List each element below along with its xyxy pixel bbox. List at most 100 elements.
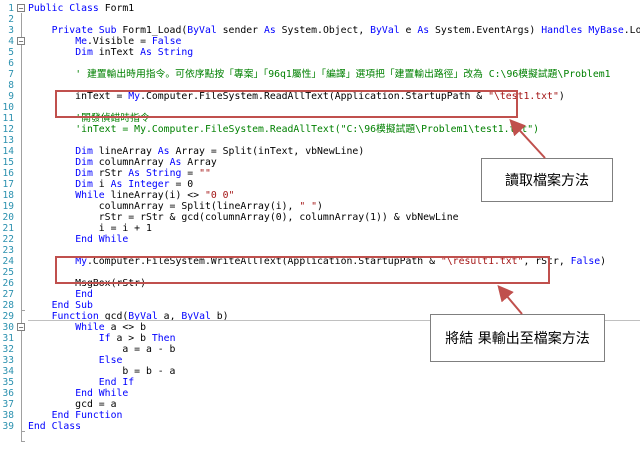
- line-number: 8: [8, 80, 14, 91]
- code-line[interactable]: Dim inText As String: [28, 47, 193, 58]
- keyword-token: Dim: [75, 168, 99, 179]
- collapse-function-icon[interactable]: −: [17, 323, 25, 332]
- collapse-class-icon[interactable]: −: [17, 4, 25, 13]
- code-token: =: [187, 168, 200, 179]
- code-line[interactable]: Dim i As Integer = 0: [28, 179, 193, 190]
- keyword-token: While: [75, 190, 111, 201]
- code-line[interactable]: Public Class Form1: [28, 3, 134, 14]
- keyword-token: As: [417, 25, 436, 36]
- line-number: 17: [2, 179, 14, 190]
- code-token: ): [558, 91, 565, 102]
- code-token: a <> b: [110, 322, 146, 333]
- line-number: 16: [2, 168, 14, 179]
- line-number: 22: [2, 234, 14, 245]
- code-line[interactable]: End While: [28, 388, 128, 399]
- code-line[interactable]: End Class: [28, 421, 81, 432]
- code-line[interactable]: While a <> b: [28, 322, 146, 333]
- code-token: lineArray(i) <>: [110, 190, 205, 201]
- code-line[interactable]: While lineArray(i) <> "0 0": [28, 190, 234, 201]
- code-token: System.EventArgs): [435, 25, 542, 36]
- code-line[interactable]: b = b - a: [28, 366, 175, 377]
- keyword-token: False: [570, 256, 601, 267]
- code-line[interactable]: a = a - b: [28, 344, 175, 355]
- code-token: Array: [187, 157, 217, 168]
- keyword-token: As String: [128, 168, 188, 179]
- line-number: 12: [2, 124, 14, 135]
- code-line[interactable]: End Function: [28, 410, 123, 421]
- code-line[interactable]: Dim columnArray As Array: [28, 157, 217, 168]
- line-number: 38: [2, 410, 14, 421]
- code-line[interactable]: 'inText = My.Computer.FileSystem.ReadAll…: [28, 124, 539, 135]
- code-token: a = a - b: [28, 344, 176, 355]
- code-line[interactable]: End If: [28, 377, 134, 388]
- line-number: 21: [2, 223, 14, 234]
- line-number: 13: [2, 135, 14, 146]
- keyword-token: As: [157, 146, 176, 157]
- code-token: e: [405, 25, 418, 36]
- code-token: Form1: [104, 3, 135, 14]
- comment-token: ' 建置輸出時用指令。可依序點按「專案」「96q1屬性」「編譯」選項把「建置輸出…: [75, 69, 611, 80]
- line-number: 9: [8, 91, 14, 102]
- code-line[interactable]: End While: [28, 234, 128, 245]
- code-line[interactable]: gcd = a: [28, 399, 116, 410]
- code-line[interactable]: rStr = rStr & gcd(columnArray(0), column…: [28, 212, 459, 223]
- line-number: 11: [2, 113, 14, 124]
- code-token: i = i + 1: [28, 223, 152, 234]
- code-line[interactable]: End Sub: [28, 300, 93, 311]
- keyword-token: Dim: [75, 146, 99, 157]
- code-line[interactable]: Else: [28, 355, 123, 366]
- code-token: rStr = rStr & gcd(columnArray(0), column…: [28, 212, 459, 223]
- line-number: 29: [2, 311, 14, 322]
- code-line[interactable]: ' 建置輸出時用指令。可依序點按「專案」「96q1屬性」「編譯」選項把「建置輸出…: [28, 69, 611, 80]
- code-line[interactable]: End: [28, 289, 93, 300]
- code-token: = 0: [175, 179, 194, 190]
- code-line[interactable]: Dim rStr As String = "": [28, 168, 211, 179]
- keyword-token: End Function: [51, 410, 123, 421]
- code-token: Array = Split(inText, vbNewLine): [175, 146, 365, 157]
- code-token: i: [98, 179, 111, 190]
- string-token: " ": [299, 201, 318, 212]
- code-line[interactable]: If a > b Then: [28, 333, 176, 344]
- string-token: "0 0": [204, 190, 235, 201]
- line-number: 32: [2, 344, 14, 355]
- outline-end-marker: [21, 431, 25, 432]
- keyword-token: As: [169, 157, 188, 168]
- code-token: b = b - a: [28, 366, 176, 377]
- line-number: 23: [2, 245, 14, 256]
- line-number: 5: [8, 47, 14, 58]
- read-method-label: 讀取檔案方法: [505, 173, 589, 189]
- line-number: 39: [2, 421, 14, 432]
- code-line[interactable]: i = i + 1: [28, 223, 152, 234]
- keyword-token: End While: [75, 388, 129, 399]
- code-line[interactable]: Dim lineArray As Array = Split(inText, v…: [28, 146, 364, 157]
- code-line[interactable]: Me.Visible = False: [28, 36, 181, 47]
- keyword-token: Public Class: [28, 3, 105, 14]
- keyword-token: Dim: [75, 47, 99, 58]
- keyword-token: Then: [151, 333, 176, 344]
- read-code-highlight: [55, 90, 518, 118]
- string-token: "": [199, 168, 211, 179]
- code-token: ): [600, 256, 607, 267]
- collapse-sub-icon[interactable]: −: [17, 37, 25, 46]
- code-editor[interactable]: 1 2 3 4 5 6 7 8 9 10 11 12 13 14 15 16 17 18 19 20 21 22 23 24 2…: [0, 0, 640, 460]
- comment-token: 'inText = My.Computer.FileSystem.ReadAll…: [75, 124, 540, 135]
- line-number: 36: [2, 388, 14, 399]
- code-token: sender: [222, 25, 264, 36]
- line-number: 10: [2, 102, 14, 113]
- keyword-token: Dim: [75, 157, 99, 168]
- code-line[interactable]: Private Sub Form1_Load(ByVal sender As S…: [28, 25, 640, 36]
- code-line[interactable]: columnArray = Split(lineArray(i), " "): [28, 201, 323, 212]
- line-number: 2: [8, 14, 14, 25]
- keyword-token: As Integer: [110, 179, 176, 190]
- line-number: 33: [2, 355, 14, 366]
